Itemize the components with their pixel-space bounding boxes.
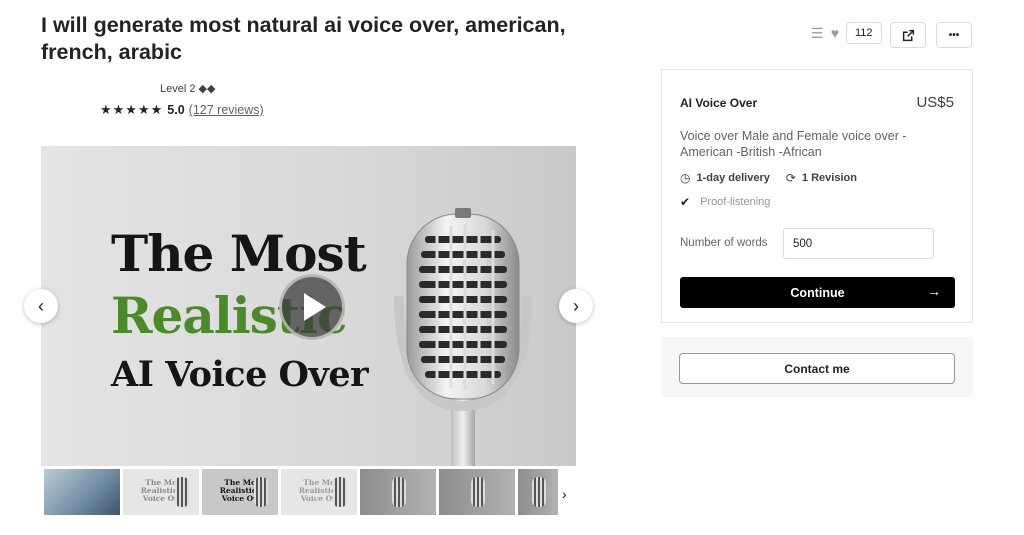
thumbnail-1[interactable] bbox=[44, 469, 120, 515]
more-options-button[interactable]: ••• bbox=[936, 22, 972, 48]
package-price: US$5 bbox=[916, 94, 954, 111]
package-feature: ✔ Proof-listening bbox=[680, 195, 770, 209]
thumbnail-mic-icon bbox=[333, 477, 347, 507]
contact-section: Contact me bbox=[661, 337, 973, 397]
clock-icon: ◷ bbox=[680, 171, 691, 185]
thumbnails-next-button[interactable]: › bbox=[562, 486, 567, 502]
gig-title: I will generate most natural ai voice ov… bbox=[41, 13, 566, 64]
words-label: Number of words bbox=[680, 237, 768, 249]
package-description: Voice over Male and Female voice over -A… bbox=[680, 129, 907, 159]
rating-score: 5.0 bbox=[167, 103, 185, 117]
next-image-button[interactable]: › bbox=[559, 289, 593, 323]
continue-button[interactable]: Continue → bbox=[680, 277, 955, 308]
thumbnail-4[interactable]: The Most Realistic AI Voice Over bbox=[281, 469, 357, 515]
prev-image-button[interactable]: ‹ bbox=[24, 289, 58, 323]
image-headline-line3: AI Voice Over bbox=[111, 354, 369, 395]
image-headline-line1: The Most bbox=[111, 224, 367, 283]
feature-label: Proof-listening bbox=[700, 196, 771, 208]
microphone-illustration bbox=[394, 208, 532, 466]
thumbnail-mic-icon bbox=[392, 477, 406, 507]
revisions-count: 1 Revision bbox=[801, 172, 857, 184]
list-icon[interactable]: ☰ bbox=[808, 25, 826, 42]
check-icon: ✔ bbox=[680, 195, 691, 209]
share-button[interactable] bbox=[890, 22, 926, 48]
gig-main-image[interactable]: The Most Realistic AI Voice Over bbox=[41, 146, 576, 466]
thumbnail-mic-icon bbox=[175, 477, 189, 507]
thumbnail-3[interactable]: The Most Realistic AI Voice Over bbox=[200, 467, 280, 517]
play-icon bbox=[304, 293, 326, 321]
revision-icon: ⟳ bbox=[785, 171, 796, 185]
thumbnail-mic-icon bbox=[254, 477, 268, 507]
thumbnail-mic-icon bbox=[471, 477, 485, 507]
thumbnail-mic-icon bbox=[532, 477, 546, 507]
package-name: AI Voice Over bbox=[680, 96, 758, 110]
thumbnail-2[interactable]: The Most Realistic AI Voice Over bbox=[123, 469, 199, 515]
words-input[interactable] bbox=[783, 228, 934, 259]
thumbnail-7[interactable] bbox=[518, 469, 558, 515]
continue-label: Continue bbox=[790, 285, 845, 300]
reviews-link[interactable]: (127 reviews) bbox=[189, 103, 264, 117]
play-video-button[interactable] bbox=[279, 274, 345, 340]
star-rating-icon: ★★★★★ bbox=[100, 102, 164, 117]
seller-level: Level 2 ◆◆ bbox=[160, 83, 216, 95]
thumbnail-strip: The Most Realistic AI Voice Over The Mos… bbox=[44, 467, 561, 517]
arrow-right-icon: → bbox=[927, 283, 941, 299]
rating-row: ★★★★★ 5.0 (127 reviews) bbox=[100, 102, 264, 118]
gig-actions: ☰ ♥ 112 bbox=[808, 22, 882, 44]
thumbnail-5[interactable] bbox=[360, 469, 436, 515]
share-icon bbox=[902, 29, 914, 41]
heart-icon[interactable]: ♥ bbox=[826, 25, 844, 41]
thumbnail-6[interactable] bbox=[439, 469, 515, 515]
delivery-time: 1-day delivery bbox=[696, 172, 770, 184]
package-meta: ◷ 1-day delivery ⟳ 1 Revision bbox=[680, 171, 857, 185]
contact-me-button[interactable]: Contact me bbox=[679, 353, 955, 384]
package-card: AI Voice Over US$5 Voice over Male and F… bbox=[661, 69, 973, 323]
likes-count: 112 bbox=[846, 22, 882, 44]
